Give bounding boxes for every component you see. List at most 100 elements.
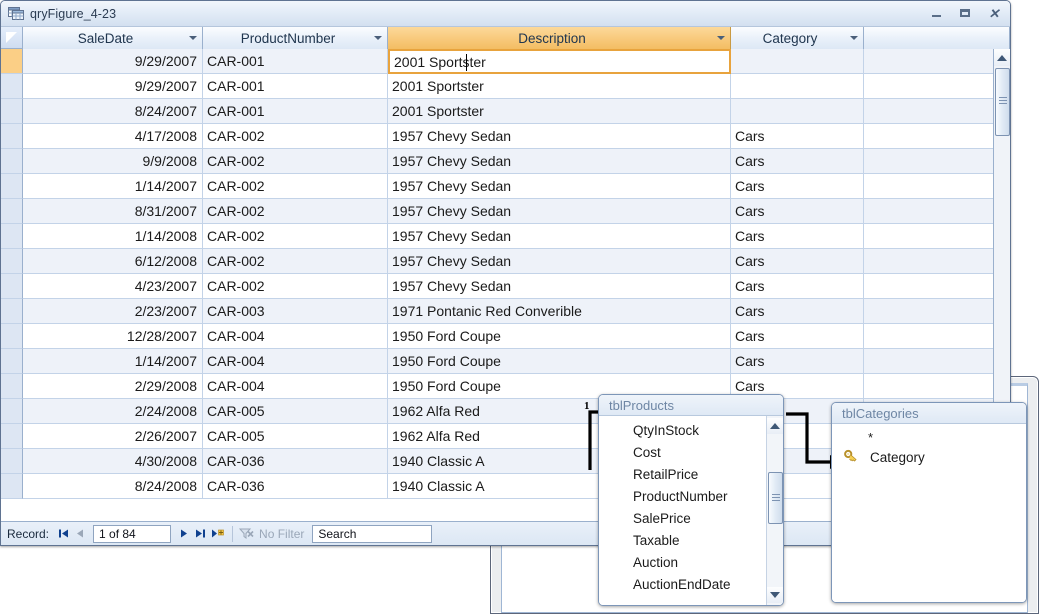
- cell-description[interactable]: 1950 Ford Coupe: [388, 349, 731, 374]
- field-list-item[interactable]: Taxable: [599, 529, 765, 551]
- cell-category[interactable]: Cars: [731, 174, 864, 199]
- scrollbar-thumb[interactable]: [768, 472, 783, 524]
- cell-saledate[interactable]: 2/26/2007: [23, 424, 203, 449]
- row-selector[interactable]: [1, 124, 23, 149]
- cell-saledate[interactable]: 8/24/2008: [23, 474, 203, 499]
- cell-saledate[interactable]: 2/24/2008: [23, 399, 203, 424]
- cell-productnumber[interactable]: CAR-001: [203, 99, 388, 124]
- row-selector[interactable]: [1, 424, 23, 449]
- cell-productnumber[interactable]: CAR-001: [203, 49, 388, 74]
- field-list-item-category[interactable]: Category: [832, 446, 1026, 468]
- cell-category[interactable]: Cars: [731, 299, 864, 324]
- cell-description[interactable]: 1957 Chevy Sedan: [388, 174, 731, 199]
- cell-description[interactable]: 2001 Sportster: [388, 99, 731, 124]
- cell-productnumber[interactable]: CAR-001: [203, 74, 388, 99]
- field-list-tblproducts[interactable]: tblProducts QtyInStock Cost RetailPrice Pro…: [598, 394, 784, 606]
- field-list-scrollbar[interactable]: [766, 416, 783, 605]
- cell-description[interactable]: 1971 Pontanic Red Converible: [388, 299, 731, 324]
- row-selector[interactable]: [1, 99, 23, 124]
- new-record-button[interactable]: [209, 525, 226, 543]
- chevron-down-icon[interactable]: [374, 36, 382, 40]
- row-selector[interactable]: [1, 299, 23, 324]
- cell-productnumber[interactable]: CAR-004: [203, 374, 388, 399]
- chevron-down-icon[interactable]: [717, 36, 725, 40]
- cell-category[interactable]: Cars: [731, 274, 864, 299]
- cell-description[interactable]: 1957 Chevy Sedan: [388, 199, 731, 224]
- field-list-item[interactable]: SalePrice: [599, 507, 765, 529]
- previous-record-button[interactable]: [72, 525, 89, 543]
- search-input[interactable]: Search: [312, 524, 433, 543]
- table-row[interactable]: 2/29/2008 CAR-004 1950 Ford Coupe Cars: [1, 374, 1010, 399]
- cell-category[interactable]: [731, 99, 864, 124]
- cell-productnumber[interactable]: CAR-004: [203, 324, 388, 349]
- title-bar[interactable]: qryFigure_4-23 ✕: [1, 1, 1010, 27]
- first-record-button[interactable]: [55, 525, 72, 543]
- cell-productnumber[interactable]: CAR-003: [203, 299, 388, 324]
- cell-saledate[interactable]: 9/29/2007: [23, 74, 203, 99]
- cell-description[interactable]: 1957 Chevy Sedan: [388, 224, 731, 249]
- scroll-up-button[interactable]: [767, 418, 783, 434]
- table-row[interactable]: 9/9/2008 CAR-002 1957 Chevy Sedan Cars: [1, 149, 1010, 174]
- cell-category[interactable]: Cars: [731, 349, 864, 374]
- cell-productnumber[interactable]: CAR-004: [203, 349, 388, 374]
- table-row[interactable]: 2/23/2007 CAR-003 1971 Pontanic Red Conver…: [1, 299, 1010, 324]
- cell-description[interactable]: 2001 Sportster: [388, 74, 731, 99]
- cell-category[interactable]: Cars: [731, 199, 864, 224]
- cell-saledate[interactable]: 6/12/2008: [23, 249, 203, 274]
- row-selector[interactable]: [1, 174, 23, 199]
- cell-description[interactable]: 1957 Chevy Sedan: [388, 149, 731, 174]
- cell-saledate[interactable]: 4/23/2007: [23, 274, 203, 299]
- column-header-category[interactable]: Category: [731, 27, 864, 49]
- cell-saledate[interactable]: 8/24/2007: [23, 99, 203, 124]
- cell-productnumber[interactable]: CAR-002: [203, 224, 388, 249]
- cell-saledate[interactable]: 1/14/2008: [23, 224, 203, 249]
- cell-saledate[interactable]: 2/29/2008: [23, 374, 203, 399]
- field-list-item[interactable]: QtyInStock: [599, 419, 765, 441]
- row-selector[interactable]: [1, 324, 23, 349]
- cell-productnumber[interactable]: CAR-002: [203, 249, 388, 274]
- cell-productnumber[interactable]: CAR-036: [203, 474, 388, 499]
- cell-productnumber[interactable]: CAR-002: [203, 124, 388, 149]
- field-list-item[interactable]: ProductNumber: [599, 485, 765, 507]
- scroll-down-button[interactable]: [767, 587, 783, 603]
- cell-saledate[interactable]: 4/30/2008: [23, 449, 203, 474]
- cell-saledate[interactable]: 1/14/2007: [23, 174, 203, 199]
- last-record-button[interactable]: [192, 525, 209, 543]
- row-selector[interactable]: [1, 249, 23, 274]
- cell-saledate[interactable]: 4/17/2008: [23, 124, 203, 149]
- row-selector[interactable]: [1, 374, 23, 399]
- cell-productnumber[interactable]: CAR-002: [203, 199, 388, 224]
- row-selector[interactable]: [1, 274, 23, 299]
- cell-category[interactable]: Cars: [731, 224, 864, 249]
- cell-saledate[interactable]: 9/9/2008: [23, 149, 203, 174]
- cell-description[interactable]: 1957 Chevy Sedan: [388, 249, 731, 274]
- cell-description[interactable]: 2001 Sportster: [388, 49, 731, 74]
- next-record-button[interactable]: [175, 525, 192, 543]
- field-list-item[interactable]: Auction: [599, 551, 765, 573]
- cell-productnumber[interactable]: CAR-005: [203, 424, 388, 449]
- table-row[interactable]: 1/14/2008 CAR-002 1957 Chevy Sedan Cars: [1, 224, 1010, 249]
- cell-saledate[interactable]: 8/31/2007: [23, 199, 203, 224]
- cell-productnumber[interactable]: CAR-036: [203, 449, 388, 474]
- row-selector[interactable]: [1, 49, 23, 74]
- cell-productnumber[interactable]: CAR-002: [203, 274, 388, 299]
- field-list-item[interactable]: Cost: [599, 441, 765, 463]
- cell-saledate[interactable]: 2/23/2007: [23, 299, 203, 324]
- row-selector[interactable]: [1, 399, 23, 424]
- record-position-input[interactable]: 1 of 84: [93, 524, 172, 543]
- select-all-corner[interactable]: [1, 27, 23, 48]
- table-row[interactable]: 12/28/2007 CAR-004 1950 Ford Coupe Cars: [1, 324, 1010, 349]
- table-row[interactable]: 1/14/2007 CAR-002 1957 Chevy Sedan Cars: [1, 174, 1010, 199]
- field-list-item[interactable]: AuctionEndDate: [599, 573, 765, 595]
- cell-description[interactable]: 1957 Chevy Sedan: [388, 274, 731, 299]
- table-row[interactable]: 1/14/2007 CAR-004 1950 Ford Coupe Cars: [1, 349, 1010, 374]
- cell-productnumber[interactable]: CAR-002: [203, 174, 388, 199]
- table-row[interactable]: 6/12/2008 CAR-002 1957 Chevy Sedan Cars: [1, 249, 1010, 274]
- row-selector[interactable]: [1, 449, 23, 474]
- table-row[interactable]: 4/23/2007 CAR-002 1957 Chevy Sedan Cars: [1, 274, 1010, 299]
- cell-description[interactable]: 1950 Ford Coupe: [388, 324, 731, 349]
- cell-productnumber[interactable]: CAR-002: [203, 149, 388, 174]
- cell-category[interactable]: Cars: [731, 249, 864, 274]
- table-row[interactable]: 8/24/2007 CAR-001 2001 Sportster: [1, 99, 1010, 124]
- cell-saledate[interactable]: 9/29/2007: [23, 49, 203, 74]
